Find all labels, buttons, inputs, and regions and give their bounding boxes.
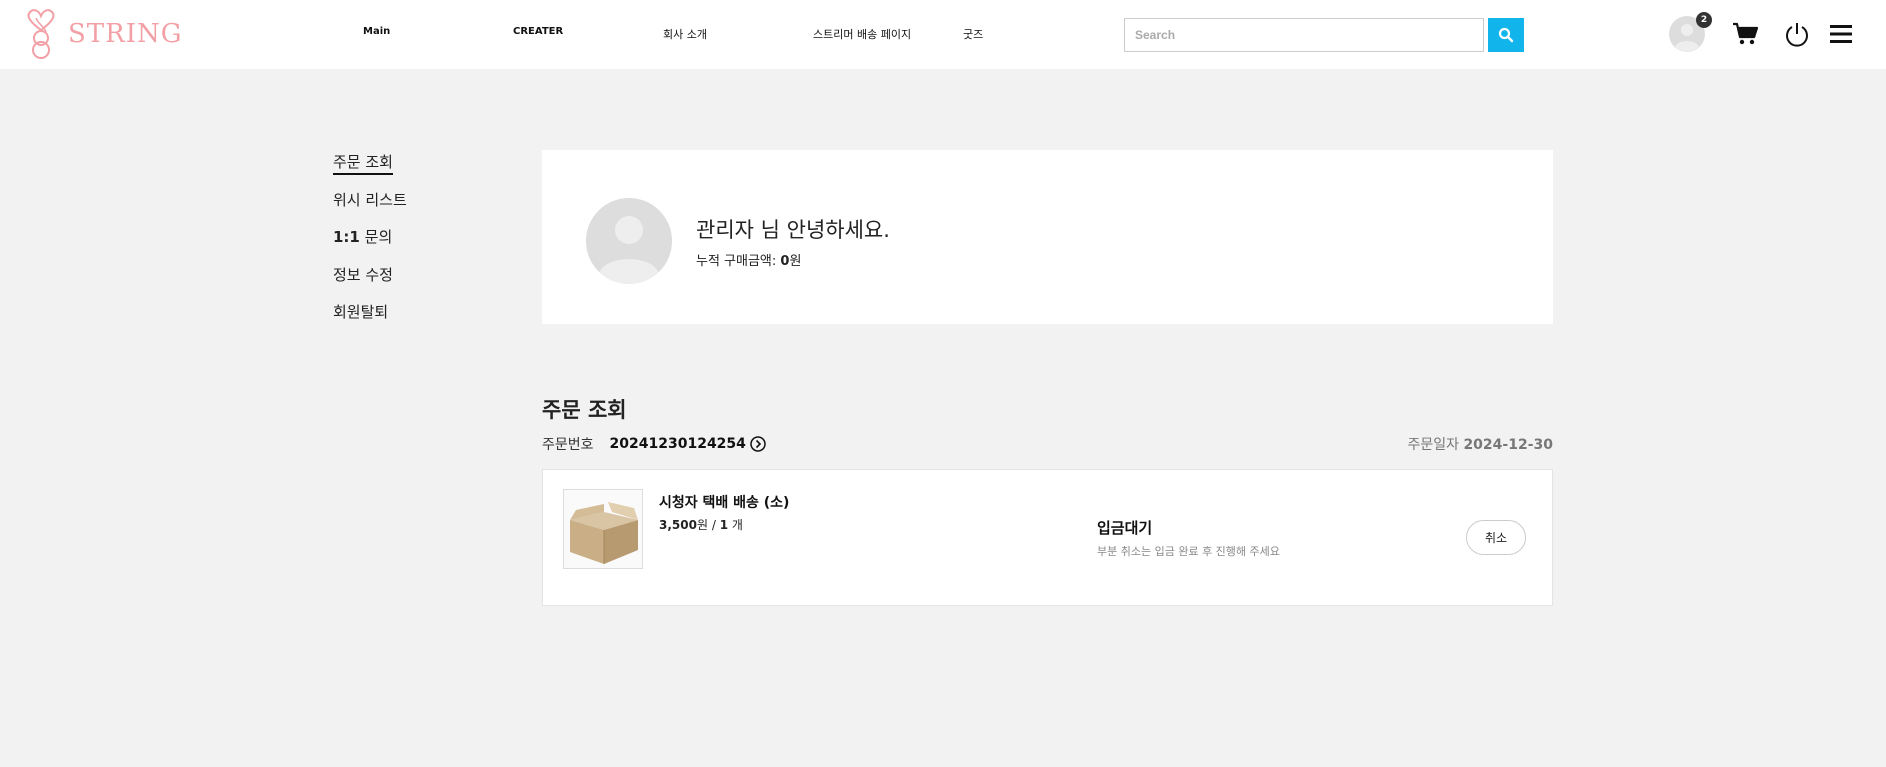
- notification-badge: 2: [1696, 12, 1712, 28]
- product-name: 시청자 택배 배송 (소): [659, 495, 790, 511]
- order-date-value: 2024-12-30: [1463, 437, 1553, 453]
- nav-creater[interactable]: CREATER: [513, 26, 563, 37]
- logout-button[interactable]: [1783, 20, 1811, 48]
- account-avatar[interactable]: 2: [1669, 12, 1712, 52]
- menu-button[interactable]: [1827, 20, 1855, 48]
- brand-name: STRING: [68, 19, 183, 49]
- sidebar-item-order-lookup[interactable]: 주문 조회: [333, 151, 393, 175]
- sidebar-item-edit-info[interactable]: 정보 수정: [333, 264, 393, 285]
- inquiry-text: 문의: [359, 228, 393, 246]
- order-status-note: 부분 취소는 입금 완료 후 진행해 주세요: [1097, 545, 1280, 558]
- order-number-label: 주문번호: [542, 437, 594, 453]
- product-price: 3,500원 / 1 개: [659, 516, 743, 533]
- nav-goods[interactable]: 굿즈: [963, 26, 983, 42]
- quantity-value: 1: [719, 518, 729, 532]
- sidebar-item-withdraw[interactable]: 회원탈퇴: [333, 301, 388, 322]
- total-purchase-unit: 원: [789, 254, 802, 269]
- total-purchase-label: 누적 구매금액:: [696, 254, 781, 269]
- search-icon: [1498, 27, 1514, 43]
- search-button[interactable]: [1488, 18, 1524, 52]
- orders-title: 주문 조회: [542, 398, 627, 422]
- order-item-card: 시청자 택배 배송 (소) 3,500원 / 1 개 입금대기 부분 취소는 입…: [542, 469, 1553, 606]
- order-status: 입금대기: [1097, 519, 1153, 537]
- greeting-text: 관리자 님 안녕하세요.: [696, 218, 890, 242]
- price-unit: 원 /: [696, 518, 720, 532]
- order-number: 20241230124254: [609, 436, 746, 452]
- cart-button[interactable]: [1731, 20, 1759, 48]
- nav-company-intro[interactable]: 회사 소개: [663, 26, 707, 42]
- quantity-unit: 개: [728, 518, 743, 532]
- inquiry-number: 1:1: [333, 228, 360, 246]
- power-icon: [1786, 23, 1808, 47]
- cart-icon: [1733, 22, 1758, 45]
- price-value: 3,500: [659, 518, 697, 532]
- profile-card: 관리자 님 안녕하세요. 누적 구매금액: 0원: [542, 150, 1553, 324]
- order-detail-link[interactable]: [750, 436, 766, 452]
- menu-icon: [1830, 25, 1852, 43]
- profile-avatar: [586, 198, 672, 284]
- sidebar-item-wishlist[interactable]: 위시 리스트: [333, 189, 407, 210]
- cardboard-box-image: [564, 490, 642, 568]
- heart-knot-logo-icon: [27, 9, 55, 59]
- nav-main[interactable]: Main: [363, 26, 390, 37]
- chevron-circle-right-icon: [750, 436, 766, 452]
- order-number-row: 주문번호 20241230124254: [542, 434, 766, 454]
- search-input[interactable]: [1124, 18, 1484, 52]
- sidebar-item-inquiry[interactable]: 1:1 문의: [333, 226, 392, 247]
- total-purchase: 누적 구매금액: 0원: [696, 250, 801, 269]
- order-date-label: 주문일자: [1407, 437, 1464, 453]
- product-thumbnail[interactable]: [563, 489, 643, 569]
- avatar-icon: [586, 198, 672, 284]
- brand-logo[interactable]: STRING: [24, 8, 183, 60]
- cancel-order-button[interactable]: 취소: [1466, 520, 1526, 555]
- order-date: 주문일자 2024-12-30: [1407, 434, 1553, 454]
- top-header: STRING Main CREATER 회사 소개 스트리머 배송 페이지 굿즈…: [0, 0, 1886, 69]
- nav-streamer-delivery[interactable]: 스트리머 배송 페이지: [813, 26, 911, 42]
